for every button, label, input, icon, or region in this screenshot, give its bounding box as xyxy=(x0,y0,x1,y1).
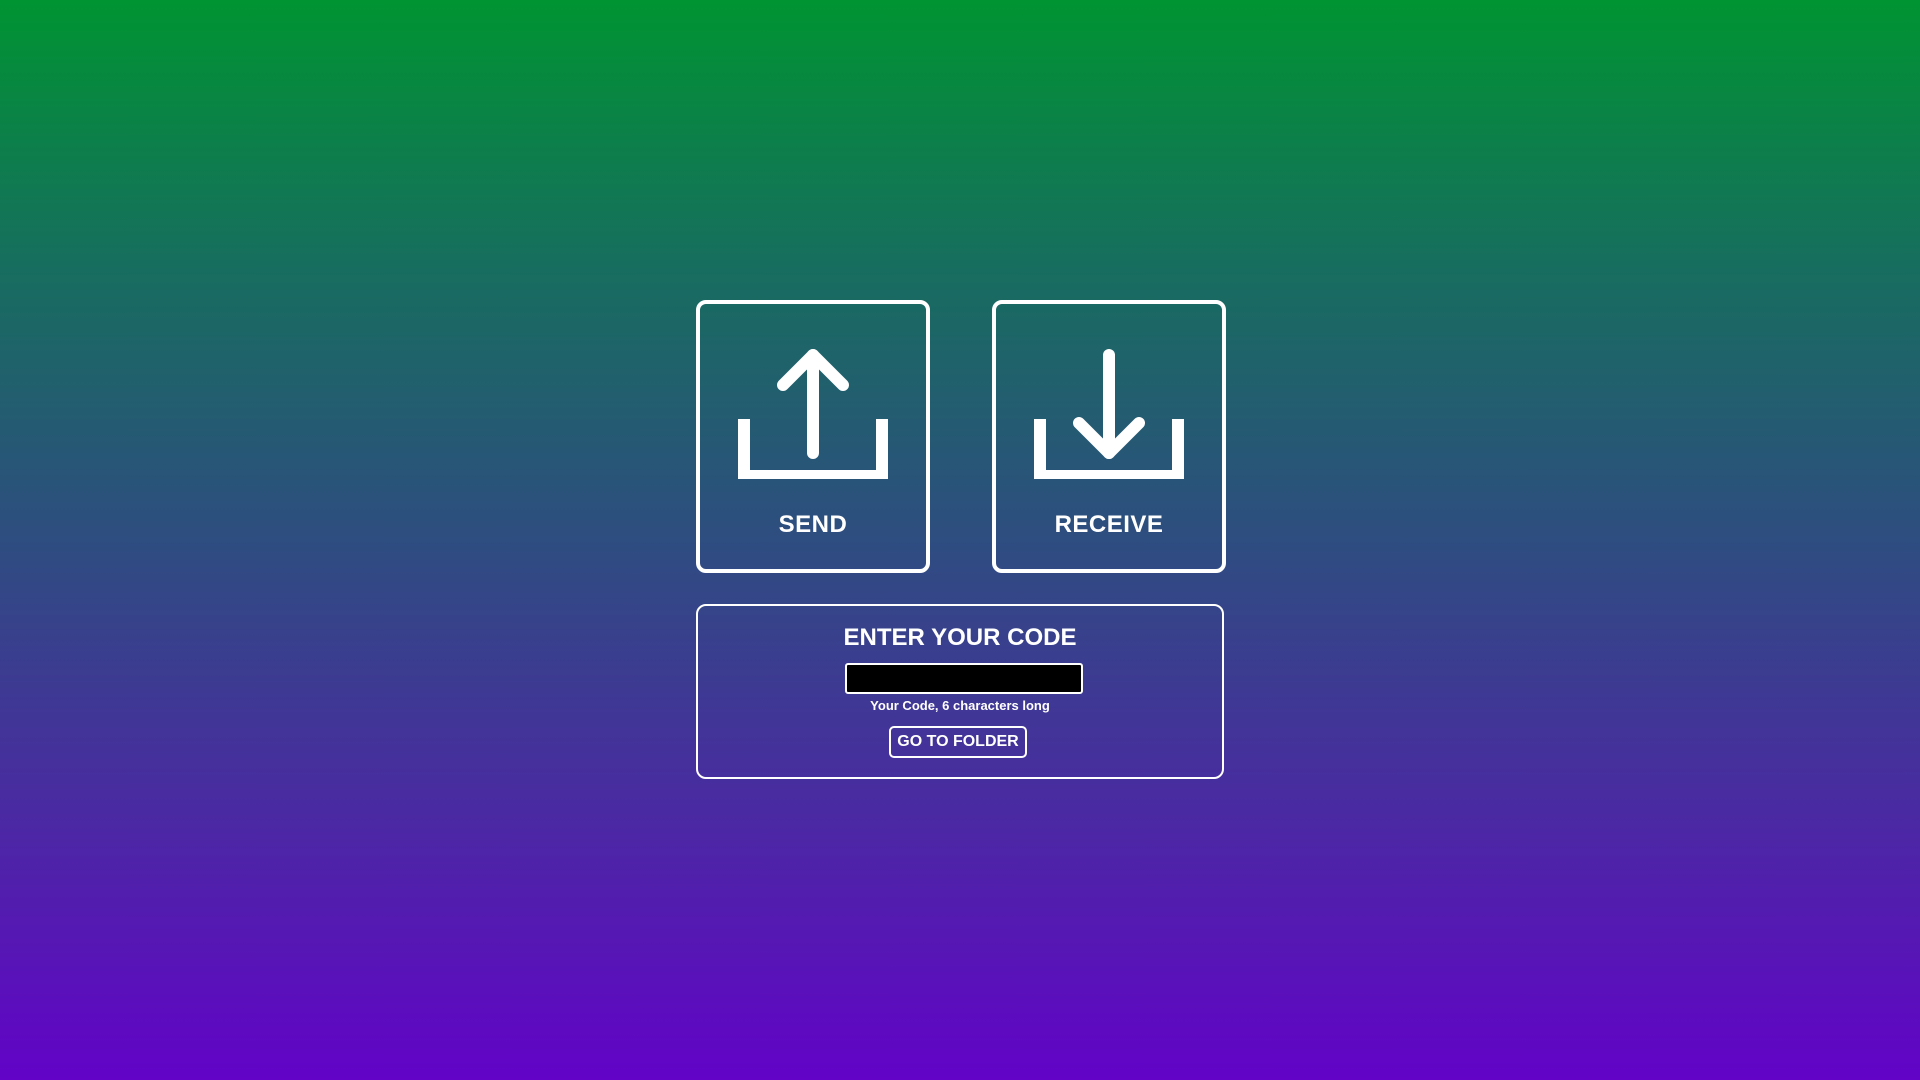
enter-code-panel: ENTER YOUR CODE Your Code, 6 characters … xyxy=(696,604,1224,779)
send-button[interactable]: SEND xyxy=(696,300,930,573)
download-icon xyxy=(1034,349,1184,479)
upload-icon xyxy=(738,349,888,479)
receive-label: RECEIVE xyxy=(1054,511,1164,538)
receive-button[interactable]: RECEIVE xyxy=(992,300,1226,573)
code-help-text: Your Code, 6 characters long xyxy=(870,698,1050,713)
code-input[interactable] xyxy=(845,663,1083,694)
enter-code-title: ENTER YOUR CODE xyxy=(843,624,1077,651)
send-label: SEND xyxy=(778,511,848,538)
go-to-folder-button[interactable]: GO TO FOLDER xyxy=(889,726,1027,758)
